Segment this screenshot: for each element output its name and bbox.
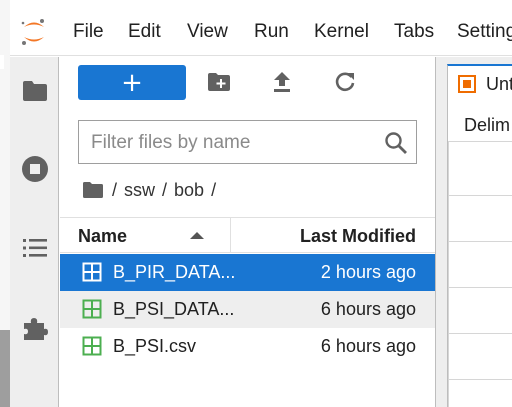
grid-line — [448, 141, 449, 407]
document-tab-title: Unt — [486, 74, 512, 94]
menu-tabs[interactable]: Tabs — [394, 21, 434, 43]
stop-circle-icon[interactable] — [21, 155, 49, 183]
new-folder-icon — [208, 73, 230, 91]
breadcrumb-separator: / — [112, 179, 118, 200]
document-tab[interactable]: Unt — [447, 64, 512, 101]
refresh-icon — [335, 72, 355, 92]
file-row[interactable]: B_PSI_DATA... 6 hours ago — [60, 291, 435, 328]
breadcrumb-separator: / — [211, 179, 217, 200]
grid-line — [448, 195, 512, 196]
csv-viewer: Delim — [447, 101, 512, 407]
breadcrumb-bob[interactable]: bob — [174, 180, 204, 201]
menu-view[interactable]: View — [187, 21, 228, 43]
grid-line — [448, 379, 512, 380]
menu-edit[interactable]: Edit — [128, 21, 161, 43]
grid-line — [448, 333, 512, 334]
file-name: B_PSI.csv — [113, 336, 197, 356]
activity-bar — [10, 57, 59, 407]
upload-button[interactable] — [269, 69, 295, 95]
file-modified: 6 hours ago — [320, 299, 416, 319]
spreadsheet-icon — [82, 262, 102, 282]
column-last-modified-header[interactable]: Last Modified — [300, 226, 416, 247]
window-edge-scroll — [0, 330, 10, 407]
file-row[interactable]: B_PSI.csv 6 hours ago — [60, 328, 435, 365]
delimiter-label: Delim — [464, 115, 511, 135]
refresh-button[interactable] — [332, 69, 358, 95]
puzzle-icon[interactable] — [21, 314, 49, 342]
grid-line — [448, 141, 512, 142]
file-row[interactable]: B_PIR_DATA... 2 hours ago — [60, 254, 435, 291]
breadcrumb-ssw[interactable]: ssw — [124, 180, 155, 201]
menu-bar: File Edit View Run Kernel Tabs Settings — [10, 10, 512, 56]
new-launcher-button[interactable]: + — [78, 65, 186, 100]
menu-run[interactable]: Run — [254, 21, 289, 43]
file-modified: 2 hours ago — [320, 262, 416, 282]
upload-icon — [274, 72, 290, 92]
file-list-header: Name Last Modified — [60, 217, 435, 253]
plus-icon: + — [121, 67, 143, 98]
csv-file-icon — [458, 75, 476, 93]
menu-file[interactable]: File — [73, 21, 104, 43]
filter-files-input[interactable] — [91, 130, 371, 156]
home-folder-icon[interactable] — [82, 181, 104, 199]
search-icon[interactable] — [384, 131, 408, 155]
file-modified: 6 hours ago — [320, 336, 416, 356]
spreadsheet-icon — [82, 336, 102, 356]
menu-kernel[interactable]: Kernel — [314, 21, 369, 43]
folder-icon[interactable] — [21, 77, 49, 105]
breadcrumb: / ssw / bob / — [82, 177, 223, 203]
menu-settings[interactable]: Settings — [457, 21, 512, 43]
column-name-header[interactable]: Name — [78, 226, 127, 247]
file-name: B_PSI_DATA... — [113, 299, 235, 319]
column-divider[interactable] — [230, 218, 231, 252]
sort-ascending-icon — [190, 232, 204, 239]
breadcrumb-separator: / — [162, 179, 168, 200]
jupyter-logo-icon — [21, 19, 44, 45]
filter-files-box — [78, 120, 417, 164]
main-area: Unt Delim — [435, 57, 512, 407]
list-icon[interactable] — [21, 234, 49, 262]
spreadsheet-icon — [82, 299, 102, 319]
file-browser: + / ssw / bob / Name Last Modified B_PIR… — [60, 57, 435, 407]
file-name: B_PIR_DATA... — [113, 262, 236, 282]
new-folder-button[interactable] — [206, 69, 232, 95]
grid-line — [448, 241, 512, 242]
grid-line — [448, 287, 512, 288]
